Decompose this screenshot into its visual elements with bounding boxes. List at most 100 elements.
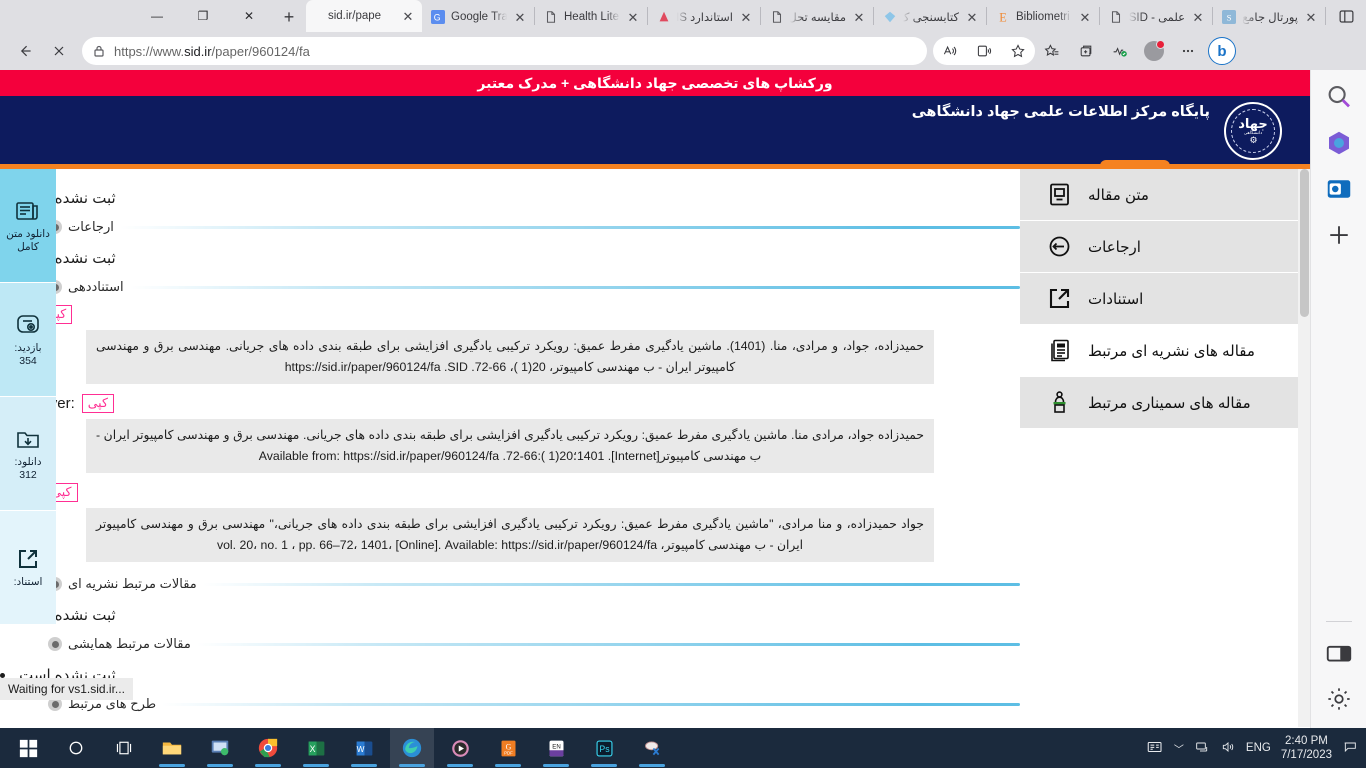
network-icon[interactable] [1194, 739, 1210, 758]
browser-tab[interactable]: S پورتال جامع ✕ [1213, 2, 1325, 32]
close-icon[interactable]: ✕ [512, 9, 528, 25]
empty-state-row: ثبت نشده است. [0, 189, 1020, 207]
edge-sidebar [1310, 70, 1366, 728]
browser-essentials-icon[interactable] [1103, 36, 1137, 66]
close-icon[interactable]: ✕ [400, 8, 416, 24]
restore-button[interactable]: ❐ [180, 0, 226, 32]
language-indicator[interactable]: ENG [1246, 742, 1271, 754]
close-icon[interactable]: ✕ [1303, 9, 1319, 25]
section-title: ارجاعات [68, 219, 114, 234]
tab-title: پورتال جامع [1242, 12, 1298, 24]
citation-box-vancouver: حمیدزاده جواد، مرادی منا. ماشین یادگیری … [86, 419, 934, 473]
close-icon[interactable]: ✕ [1190, 9, 1206, 25]
close-window-button[interactable]: ✕ [226, 0, 272, 32]
scrollbar-thumb[interactable] [1300, 169, 1309, 317]
downloads-stat[interactable]: دانلود: 312 [0, 397, 56, 511]
favorites-list-icon[interactable] [1035, 36, 1069, 66]
close-icon[interactable]: ✕ [738, 9, 754, 25]
window-controls: — ❐ ✕ [134, 0, 272, 32]
endnote-icon[interactable]: EN [534, 728, 578, 768]
page-favicon [1108, 9, 1124, 25]
file-explorer-icon[interactable] [150, 728, 194, 768]
address-bar-text: https://www.sid.ir/paper/960124/fa [114, 43, 310, 59]
profile-avatar-icon[interactable] [1137, 36, 1171, 66]
tab-title: sid.ir/pape [327, 10, 382, 22]
browser-toolbar: https://www.sid.ir/paper/960124/fa b [0, 32, 1366, 70]
browser-tab-active[interactable]: sid.ir/pape ✕ [306, 0, 422, 32]
settings-gear-icon[interactable] [1324, 684, 1354, 714]
browser-tab[interactable]: E Bibliometri ✕ [987, 2, 1099, 32]
browser-tab[interactable]: مقایسه تحل ✕ [761, 2, 873, 32]
settings-more-icon[interactable] [1171, 36, 1205, 66]
citations-stat[interactable]: استناد: [0, 511, 56, 625]
section-title: مقالات مرتبط نشریه ای [68, 576, 197, 591]
sidebar-item-references[interactable]: ارجاعات [1020, 221, 1310, 273]
task-view-icon[interactable] [102, 728, 146, 768]
sidebar-item-related-journal-papers[interactable]: مقاله های نشریه ای مرتبط [1020, 325, 1310, 377]
svg-text:PDF: PDF [504, 750, 513, 755]
browser-tab[interactable]: علمی - SID ✕ [1100, 2, 1212, 32]
views-stat[interactable]: بازدید: 354 [0, 283, 56, 397]
download-fulltext-button[interactable]: دانلود متن کامل [0, 169, 56, 283]
back-icon[interactable] [8, 36, 42, 66]
stop-icon[interactable] [42, 36, 76, 66]
article-text-icon [1042, 182, 1076, 207]
browser-tab[interactable]: استاندارد IS ✕ [648, 2, 760, 32]
start-icon[interactable] [6, 728, 50, 768]
media-player-icon[interactable] [438, 728, 482, 768]
copy-button[interactable]: کپی [81, 394, 114, 413]
seal-gear-glyph: ⚙ [1249, 135, 1257, 146]
svg-text:Ps: Ps [599, 744, 610, 754]
svg-text:E: E [999, 10, 1006, 24]
sid-favicon: S [1221, 9, 1237, 25]
add-sidebar-icon[interactable] [1324, 220, 1354, 250]
section-rule [129, 285, 1020, 289]
chrome-icon[interactable] [246, 728, 290, 768]
tab-actions-icon[interactable] [1326, 0, 1366, 32]
word-icon[interactable]: W [342, 728, 386, 768]
snipping-tool-icon[interactable] [630, 728, 674, 768]
close-icon[interactable]: ✕ [964, 9, 980, 25]
new-tab-button[interactable]: + [272, 2, 306, 32]
clock[interactable]: 2:40 PM 7/17/2023 [1281, 734, 1332, 762]
close-icon[interactable]: ✕ [625, 9, 641, 25]
outlook-icon[interactable] [1324, 174, 1354, 204]
citation-text: حمیدزاده جواد، مرادی منا. ماشین یادگیری … [96, 428, 924, 463]
news-icon[interactable] [1146, 738, 1164, 759]
sidebar-item-article-text[interactable]: متن مقاله [1020, 169, 1310, 221]
collections-icon[interactable] [1069, 36, 1103, 66]
stats-rail: دانلود متن کامل بازدید: 354 دانلود: 312 است… [0, 169, 56, 625]
remote-desktop-icon[interactable] [198, 728, 242, 768]
immersive-reader-icon[interactable] [967, 36, 1001, 66]
close-icon[interactable]: ✕ [1077, 9, 1093, 25]
bing-copilot-icon[interactable]: b [1205, 36, 1239, 66]
svg-text:EN: EN [552, 743, 561, 750]
favorite-star-icon[interactable] [1001, 36, 1035, 66]
address-bar[interactable]: https://www.sid.ir/paper/960124/fa [82, 37, 927, 65]
notification-icon[interactable] [1342, 739, 1358, 758]
article-section-menu: متن مقاله ارجاعات استنادات مقاله های نشر… [1020, 169, 1310, 728]
browser-tab[interactable]: Health Lite ✕ [535, 2, 647, 32]
edge-icon[interactable] [390, 728, 434, 768]
browser-tab[interactable]: کتابسنجی ک ✕ [874, 2, 986, 32]
close-icon[interactable]: ✕ [851, 9, 867, 25]
volume-icon[interactable] [1220, 739, 1236, 758]
excel-icon[interactable]: X [294, 728, 338, 768]
promo-banner[interactable]: ورکشاپ های تخصصی جهاد دانشگاهی + مدرک مع… [0, 70, 1310, 96]
browser-tab[interactable]: G Google Tra ✕ [422, 2, 534, 32]
copilot-icon[interactable] [1324, 128, 1354, 158]
tab-title: کتابسنجی ک [903, 12, 959, 24]
section-title: مقالات مرتبط همایشی [68, 636, 191, 651]
sidebar-item-citations[interactable]: استنادات [1020, 273, 1310, 325]
read-aloud-icon[interactable] [933, 36, 967, 66]
page-scrollbar[interactable] [1298, 169, 1310, 727]
show-hidden-icons-icon[interactable]: ﹀ [1174, 741, 1184, 756]
search-circle-icon[interactable] [54, 728, 98, 768]
split-screen-icon[interactable] [1324, 638, 1354, 668]
photoshop-icon[interactable]: Ps [582, 728, 626, 768]
sidebar-item-related-seminar-papers[interactable]: مقاله های سمیناری مرتبط [1020, 377, 1310, 429]
pdf-icon[interactable]: G PDF [486, 728, 530, 768]
search-icon[interactable] [1324, 82, 1354, 112]
citation-box-apa: حمیدزاده، جواد، و مرادی، منا. (1401). ما… [86, 330, 934, 384]
minimize-button[interactable]: — [134, 0, 180, 32]
